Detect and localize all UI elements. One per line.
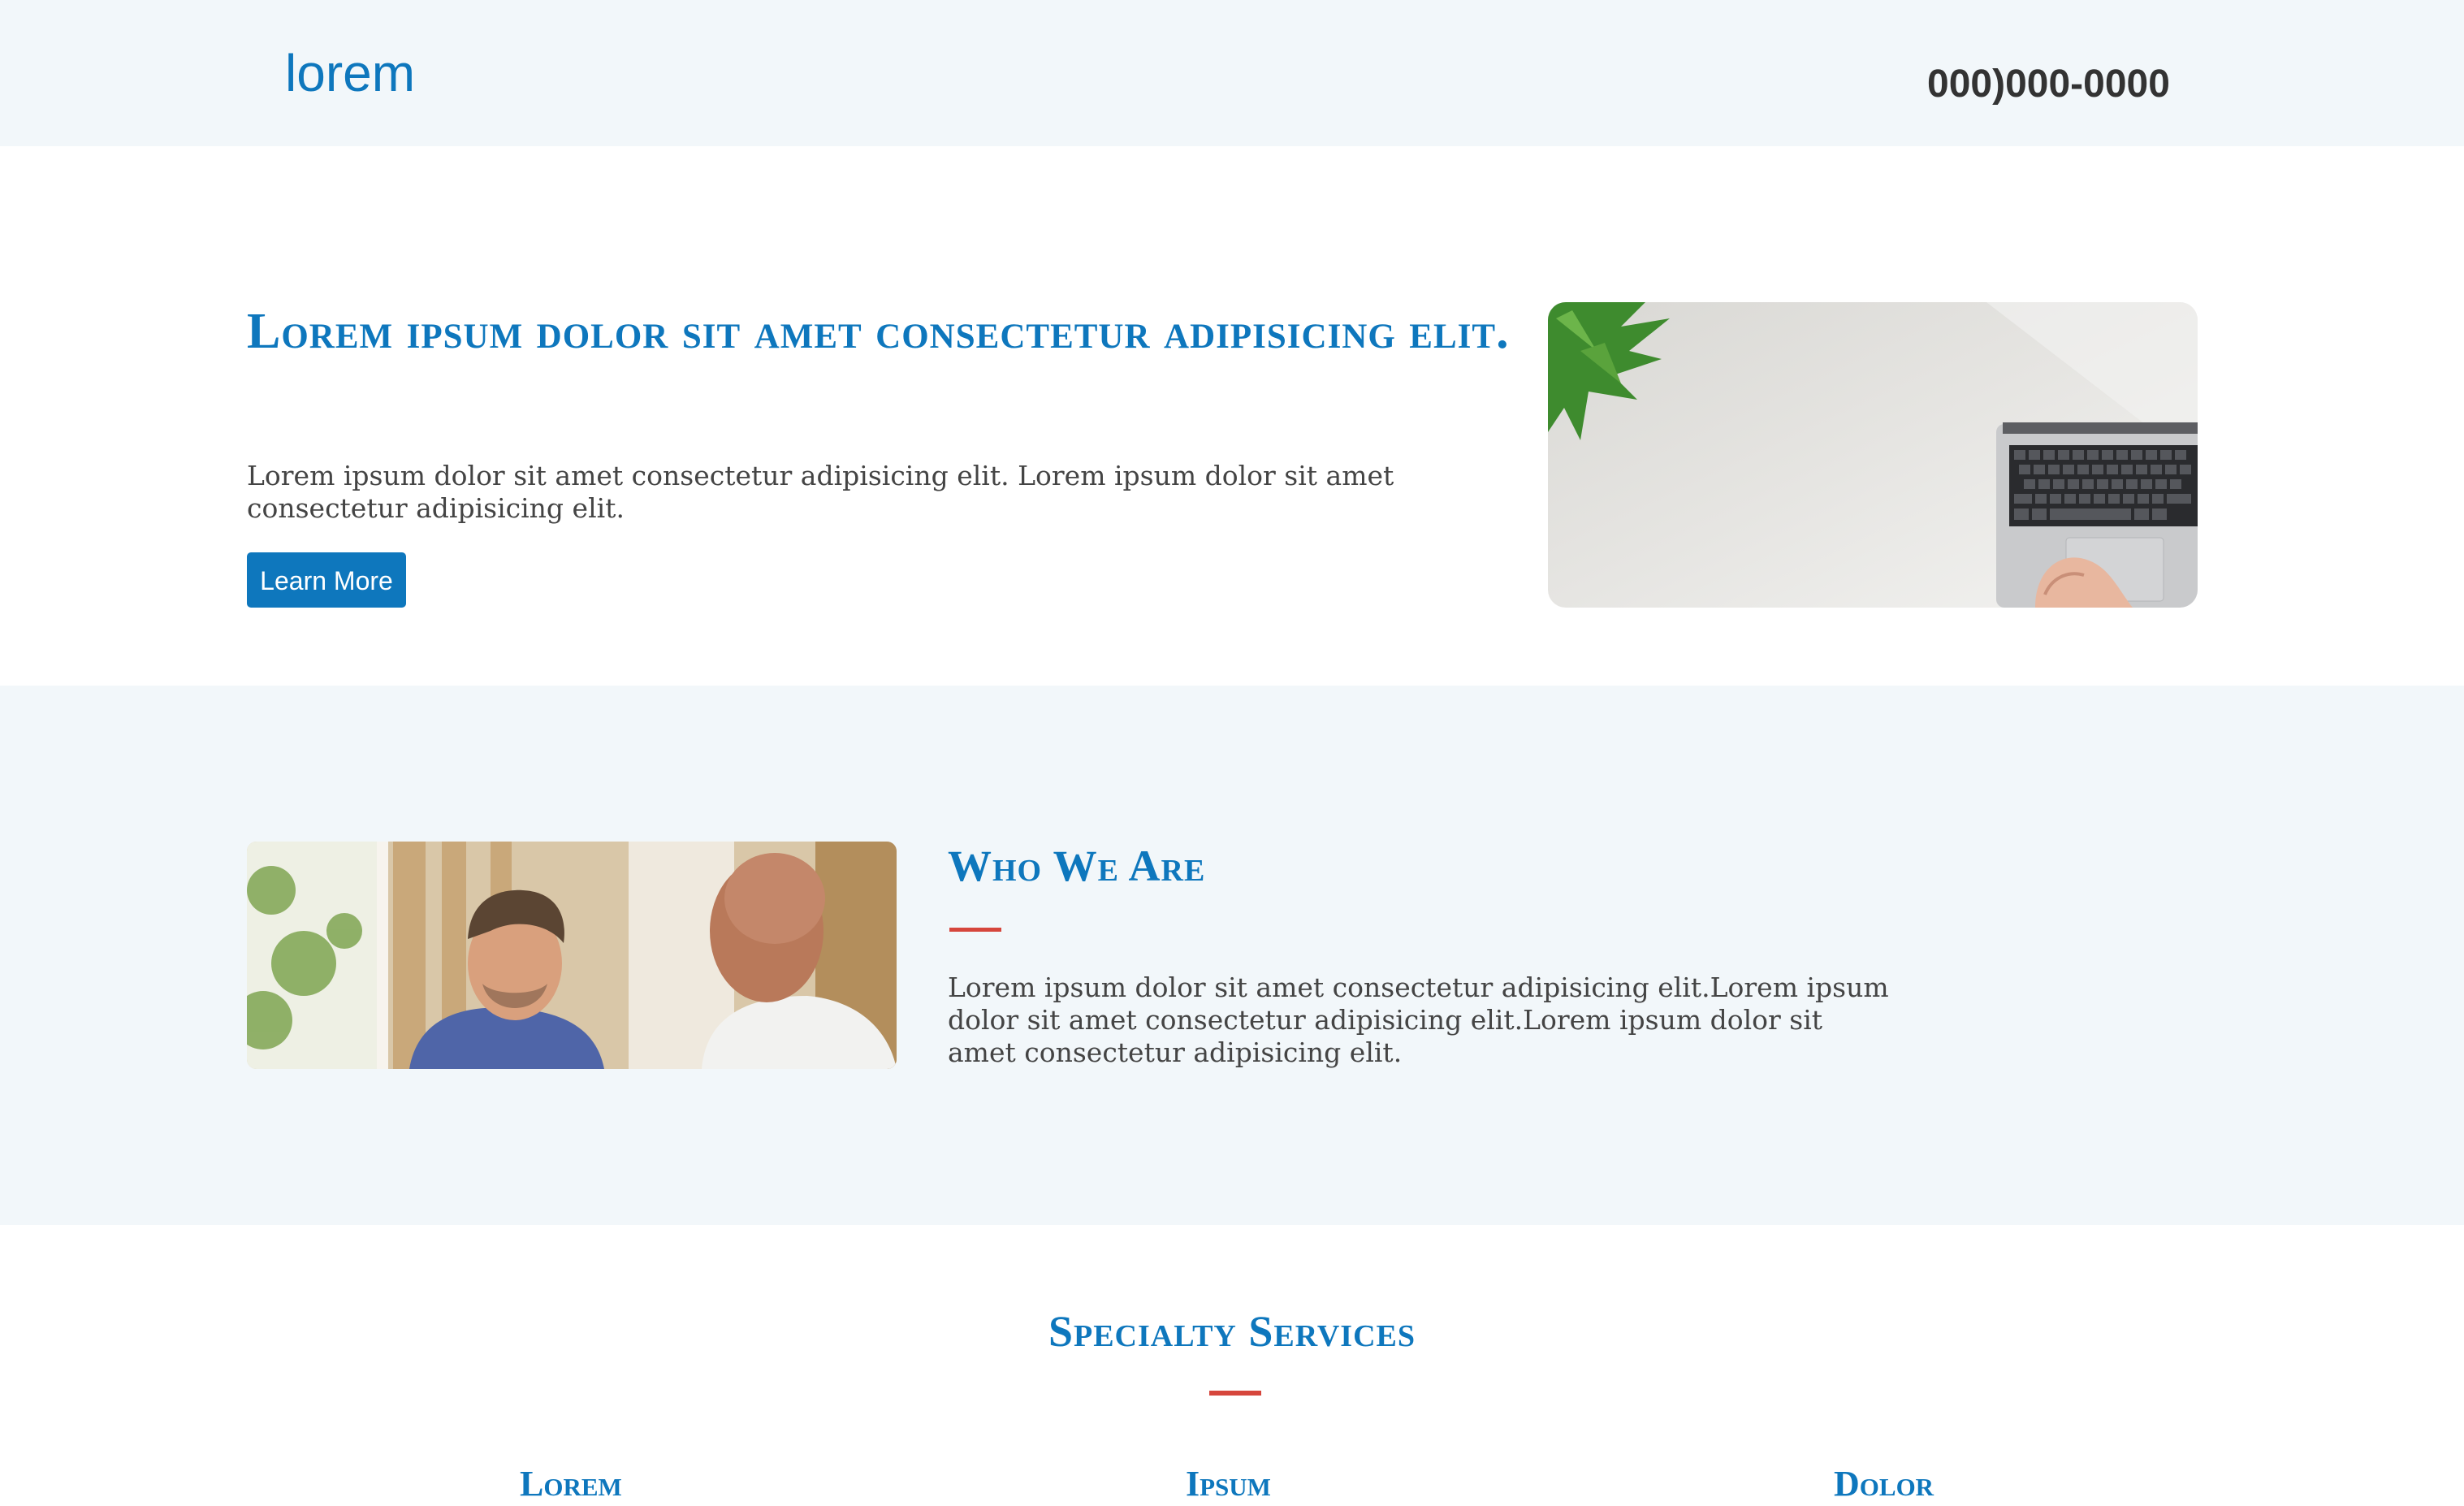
who-we-are-divider bbox=[949, 928, 1001, 932]
specialty-services-title: Specialty Services bbox=[1048, 1307, 1416, 1356]
who-we-are-text: Lorem ipsum dolor sit amet consectetur a… bbox=[948, 972, 1889, 1068]
service-column-title: Dolor bbox=[1834, 1464, 1934, 1504]
laptop-desk-photo bbox=[1548, 302, 2198, 608]
learn-more-button[interactable]: Learn More bbox=[247, 552, 406, 608]
site-header: lorem 000)000-0000 bbox=[0, 0, 2464, 146]
phone-number[interactable]: 000)000-0000 bbox=[1927, 58, 2170, 110]
who-we-are-title: Who We Are bbox=[948, 842, 1206, 890]
hero-title: Lorem ipsum dolor sit amet consectetur a… bbox=[247, 304, 1510, 359]
who-we-are-image-men bbox=[247, 842, 897, 1069]
specialty-services-divider bbox=[1209, 1391, 1261, 1396]
service-column-title: Lorem bbox=[520, 1464, 622, 1504]
hero-image-laptop-desk bbox=[1548, 302, 2198, 608]
service-column-title: Ipsum bbox=[1186, 1464, 1271, 1504]
logo-link[interactable]: lorem bbox=[285, 41, 415, 106]
two-men-photo bbox=[247, 842, 897, 1069]
hero-text: Lorem ipsum dolor sit amet consectetur a… bbox=[247, 460, 1394, 524]
